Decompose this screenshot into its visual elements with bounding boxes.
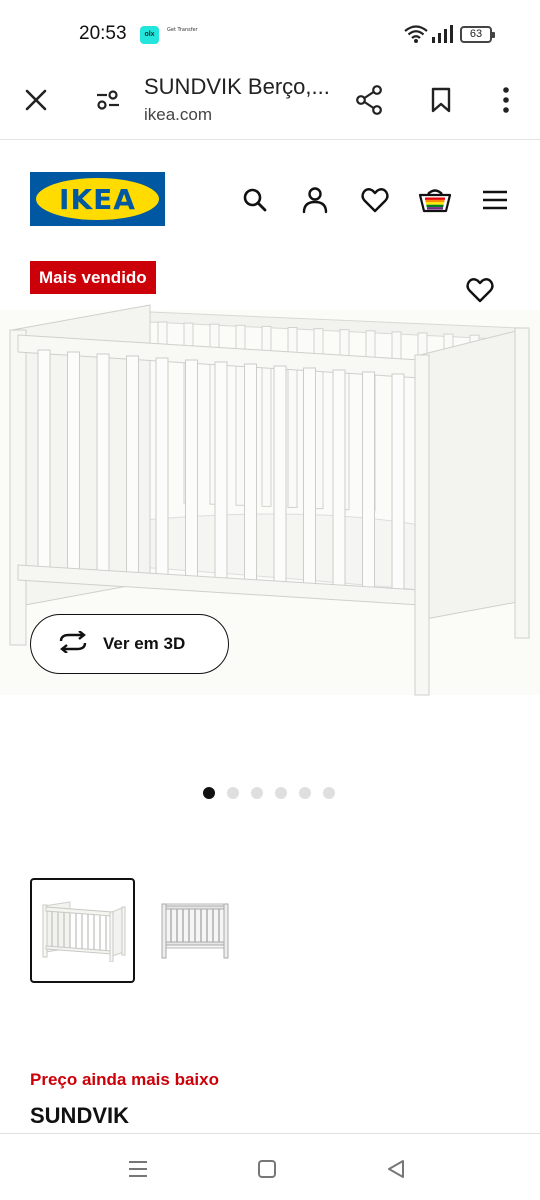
carousel-dot[interactable] [251, 787, 263, 799]
carousel-dot[interactable] [275, 787, 287, 799]
wishlist-icon[interactable] [355, 180, 395, 220]
status-bar: 20:53 olx Get Transfer 63 [0, 0, 540, 64]
add-to-wishlist-icon[interactable] [462, 272, 498, 308]
get-transfer-label: Get Transfer [167, 27, 198, 33]
status-time: 20:53 [79, 23, 127, 44]
browser-toolbar: SUNDVIK Berço,... ikea.com [0, 64, 540, 140]
product-name: SUNDVIK [30, 1103, 130, 1128]
view-3d-label: Ver em 3D [103, 634, 186, 653]
site-header: IKEA [0, 140, 540, 248]
thumbnail-2[interactable] [140, 878, 245, 983]
page-title[interactable]: SUNDVIK Berço,... [144, 74, 330, 100]
signal-icon [432, 25, 454, 48]
close-icon[interactable] [14, 78, 58, 122]
carousel-dots[interactable] [203, 787, 335, 799]
carousel-dot[interactable] [203, 787, 215, 799]
menu-icon[interactable] [475, 180, 515, 220]
bookmark-icon[interactable] [419, 78, 463, 122]
recents-icon[interactable] [123, 1154, 153, 1184]
price-note: Preço ainda mais baixo [30, 1070, 219, 1089]
account-icon[interactable] [295, 180, 335, 220]
search-icon[interactable] [235, 180, 275, 220]
logo-oval: IKEA [36, 178, 159, 220]
carousel-dot[interactable] [299, 787, 311, 799]
home-icon[interactable] [252, 1154, 282, 1184]
share-icon[interactable] [347, 78, 391, 122]
rotate-3d-icon [57, 629, 89, 658]
logo-text: IKEA [59, 182, 136, 216]
site-settings-icon[interactable] [86, 78, 130, 122]
battery-icon: 63 [460, 26, 495, 43]
ikea-logo[interactable]: IKEA [30, 172, 165, 226]
more-vert-icon[interactable] [484, 78, 528, 122]
carousel-dot[interactable] [227, 787, 239, 799]
bestseller-badge: Mais vendido [30, 261, 156, 294]
carousel-dot[interactable] [323, 787, 335, 799]
system-nav-bar [0, 1133, 540, 1200]
wifi-icon [404, 24, 428, 49]
thumbnail-1[interactable] [30, 878, 135, 983]
back-icon[interactable] [381, 1154, 411, 1184]
page-domain[interactable]: ikea.com [144, 105, 212, 125]
view-3d-button[interactable]: Ver em 3D [30, 614, 229, 674]
cart-icon[interactable] [415, 180, 455, 220]
olx-icon: olx [140, 26, 159, 44]
